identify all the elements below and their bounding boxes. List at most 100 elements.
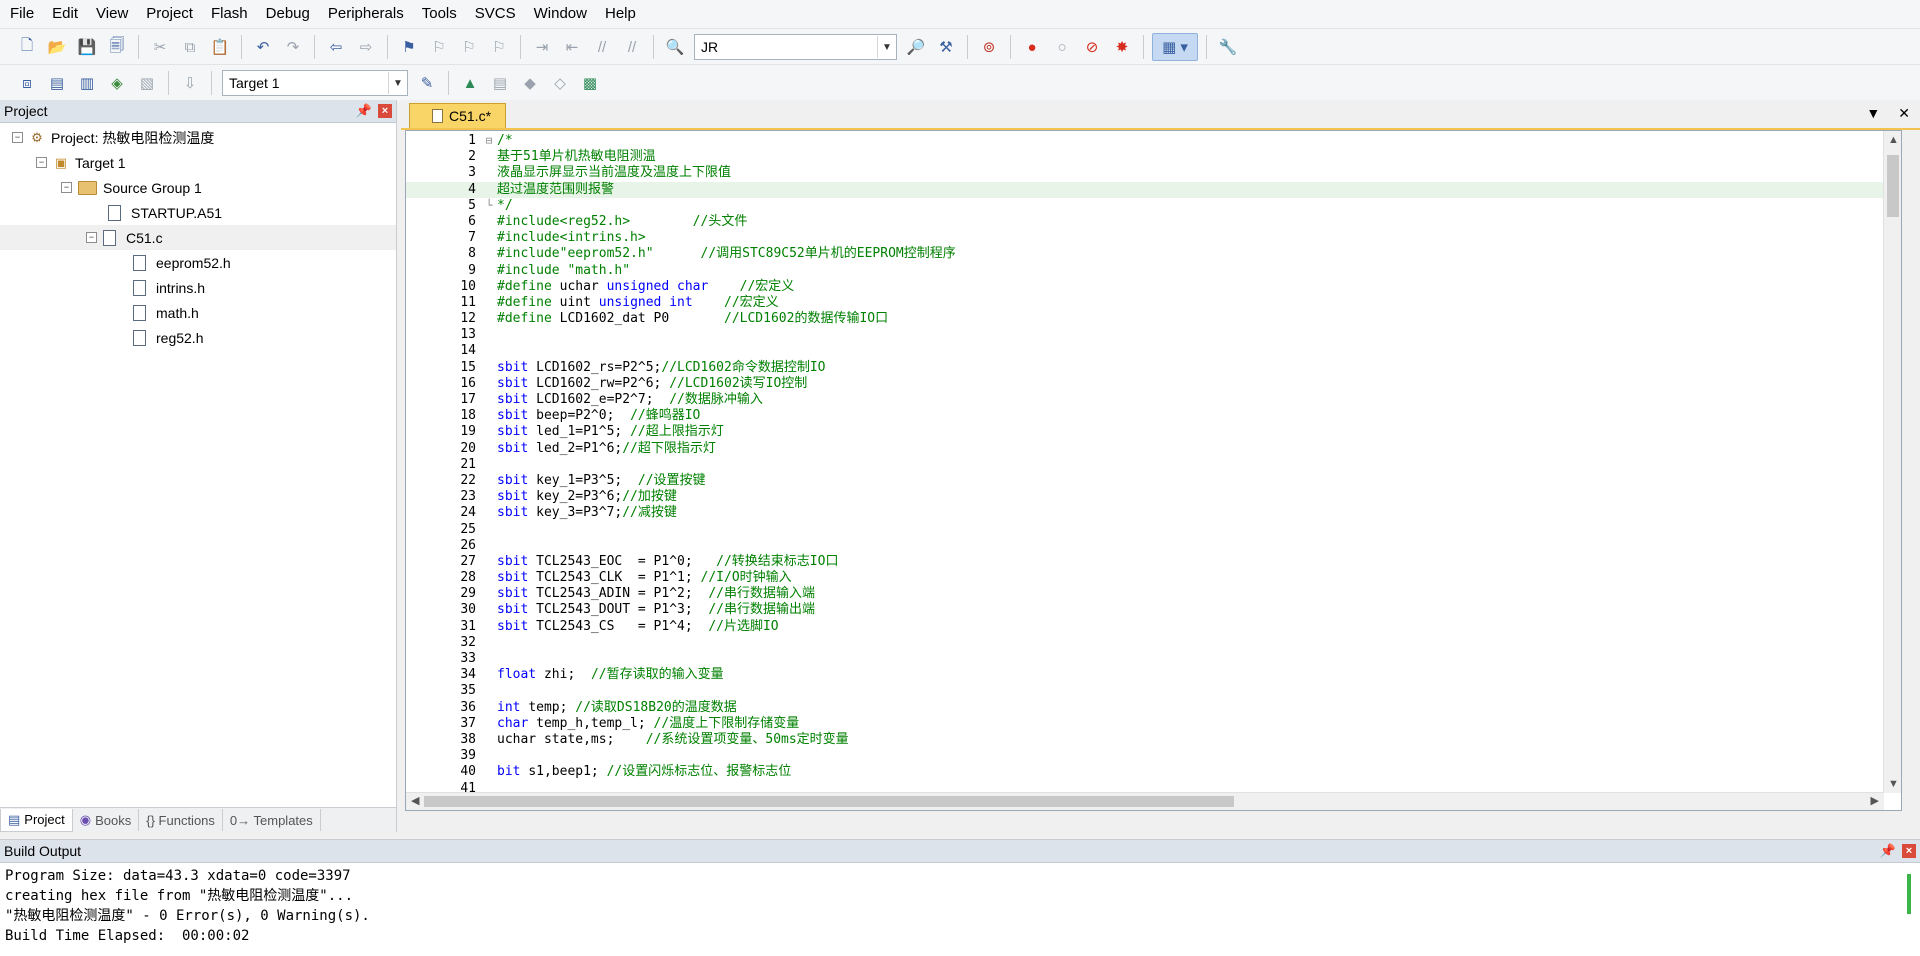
scroll-right-icon[interactable]: ▶ [1871, 794, 1879, 807]
code-line[interactable]: 7 #include<intrins.h> [406, 230, 1894, 246]
tree-item-startup[interactable]: STARTUP.A51 [0, 200, 396, 225]
chevron-down-icon[interactable]: ▼ [388, 72, 407, 94]
fold-marker[interactable]: ⊟ [483, 133, 495, 149]
batch-build-icon[interactable]: ◈ [104, 70, 130, 96]
build-scrollbar[interactable] [1902, 870, 1916, 950]
insert-breakpoint-icon[interactable]: ● [1019, 34, 1045, 60]
tree-item-target[interactable]: − ▣ Target 1 [0, 150, 396, 175]
download-icon[interactable]: ⇩ [177, 70, 203, 96]
undo-icon[interactable]: ↶ [250, 34, 276, 60]
code-line[interactable]: 9 #include "math.h" [406, 263, 1894, 279]
pin-icon[interactable]: 📌 [1880, 843, 1896, 859]
tree-item-header[interactable]: intrins.h [0, 275, 396, 300]
next-bookmark-icon[interactable]: ⚐ [456, 34, 482, 60]
translate-icon[interactable]: ⧈ [14, 70, 40, 96]
collapse-icon[interactable]: − [36, 157, 47, 168]
code-line[interactable]: 2 基于51单片机热敏电阻测温 [406, 149, 1894, 165]
code-line[interactable]: 1 ⊟/* [406, 133, 1894, 149]
tab-templates[interactable]: 0→ Templates [223, 809, 321, 831]
code-line[interactable]: 19 sbit led_1=P1^5; //超上限指示灯 [406, 424, 1894, 440]
tab-list-icon[interactable]: ▼ [1866, 105, 1880, 122]
code-line[interactable]: 33 [406, 651, 1894, 667]
navigate-forward-icon[interactable]: ⇨ [353, 34, 379, 60]
bookmark-icon[interactable]: ⚑ [396, 34, 422, 60]
tab-functions[interactable]: {} Functions [139, 809, 223, 831]
menu-svcs[interactable]: SVCS [466, 0, 525, 28]
find-in-files-icon[interactable]: 🔍 [662, 34, 688, 60]
menu-help[interactable]: Help [596, 0, 645, 28]
menu-project[interactable]: Project [137, 0, 202, 28]
code-line[interactable]: 6 #include<reg52.h> //头文件 [406, 214, 1894, 230]
menu-file[interactable]: File [0, 0, 43, 28]
copy-icon[interactable]: ⧉ [177, 34, 203, 60]
tree-item-source-group[interactable]: − Source Group 1 [0, 175, 396, 200]
incremental-find-icon[interactable]: ⚒ [933, 34, 959, 60]
paste-icon[interactable]: 📋 [207, 34, 233, 60]
build-icon[interactable]: ▤ [44, 70, 70, 96]
save-all-icon[interactable]: 🗐 [104, 34, 130, 60]
find-combo[interactable]: JR ▼ [694, 34, 897, 60]
target-options-icon[interactable]: ✎ [414, 70, 440, 96]
collapse-icon[interactable]: − [86, 232, 97, 243]
disable-breakpoint-icon[interactable]: ○ [1049, 34, 1075, 60]
code-line[interactable]: 8 #include"eeprom52.h" //调用STC89C52单片机的EE… [406, 246, 1894, 262]
stop-build-icon[interactable]: ▧ [134, 70, 160, 96]
horizontal-scrollbar[interactable]: ◀ ▶ [406, 792, 1884, 810]
cut-icon[interactable]: ✂ [147, 34, 173, 60]
fold-marker[interactable]: └ [483, 198, 495, 214]
code-line[interactable]: 37 char temp_h,temp_l; //温度上下限制存储变量 [406, 716, 1894, 732]
code-line[interactable]: 30 sbit TCL2543_DOUT = P1^3; //串行数据输出端 [406, 602, 1894, 618]
tab-books[interactable]: ◉ Books [73, 809, 140, 831]
tree-item-project[interactable]: − ⚙ Project: 热敏电阻检测温度 [0, 125, 396, 150]
code-line[interactable]: 13 [406, 327, 1894, 343]
scroll-thumb[interactable] [424, 796, 1234, 807]
code-line[interactable]: 27 sbit TCL2543_EOC = P1^0; //转换结束标志IO口 [406, 554, 1894, 570]
uncomment-icon[interactable]: // [619, 34, 645, 60]
select-packs-icon[interactable]: ▤ [487, 70, 513, 96]
code-line[interactable]: 36 int temp; //读取DS18B20的温度数据 [406, 700, 1894, 716]
open-folder-icon[interactable]: 📂 [44, 34, 70, 60]
menu-edit[interactable]: Edit [43, 0, 87, 28]
code-line[interactable]: 29 sbit TCL2543_ADIN = P1^2; //串行数据输入端 [406, 586, 1894, 602]
code-line[interactable]: 31 sbit TCL2543_CS = P1^4; //片选脚IO [406, 619, 1894, 635]
close-icon[interactable]: × [1902, 844, 1916, 858]
pin-icon[interactable]: 📌 [356, 103, 372, 119]
code-line[interactable]: 25 [406, 522, 1894, 538]
code-line[interactable]: 5 └ */ [406, 198, 1894, 214]
code-line[interactable]: 14 [406, 343, 1894, 359]
target-select[interactable]: Target 1 ▼ [222, 70, 408, 96]
code-line[interactable]: 40 bit s1,beep1; //设置闪烁标志位、报警标志位 [406, 764, 1894, 780]
menu-peripherals[interactable]: Peripherals [319, 0, 413, 28]
event-recorder-icon[interactable]: ◇ [547, 70, 573, 96]
tree-item-c51[interactable]: − C51.c [0, 225, 396, 250]
pack-installer-icon[interactable]: ▩ [577, 70, 603, 96]
window-layout-icon[interactable]: ▦ ▾ [1152, 33, 1198, 61]
scroll-down-icon[interactable]: ▼ [1888, 778, 1899, 790]
menu-window[interactable]: Window [525, 0, 596, 28]
code-line[interactable]: 18 sbit beep=P2^0; //蜂鸣器IO [406, 408, 1894, 424]
collapse-icon[interactable]: − [61, 182, 72, 193]
code-line[interactable]: 11 #define uint unsigned int //宏定义 [406, 295, 1894, 311]
scroll-thumb[interactable] [1907, 874, 1911, 914]
code-line[interactable]: 4 超过温度范围则报警 [406, 181, 1894, 198]
code-line[interactable]: 39 [406, 748, 1894, 764]
tree-item-header[interactable]: math.h [0, 300, 396, 325]
menu-debug[interactable]: Debug [257, 0, 319, 28]
vertical-scrollbar[interactable]: ▲ ▼ [1883, 131, 1901, 793]
code-line[interactable]: 38 uchar state,ms; //系统设置项变量、50ms定时变量 [406, 732, 1894, 748]
clear-bookmarks-icon[interactable]: ⚐ [486, 34, 512, 60]
code-line[interactable]: 34 float zhi; //暂存读取的输入变量 [406, 667, 1894, 683]
manage-rte-icon[interactable]: ◆ [517, 70, 543, 96]
save-icon[interactable]: 💾 [74, 34, 100, 60]
code-line[interactable]: 26 [406, 538, 1894, 554]
redo-icon[interactable]: ↷ [280, 34, 306, 60]
collapse-icon[interactable]: − [12, 132, 23, 143]
comment-icon[interactable]: // [589, 34, 615, 60]
indent-icon[interactable]: ⇥ [529, 34, 555, 60]
find-icon[interactable]: 🔎 [903, 34, 929, 60]
navigate-back-icon[interactable]: ⇦ [323, 34, 349, 60]
code-line[interactable]: 3 液晶显示屏显示当前温度及温度上下限值 [406, 165, 1894, 181]
code-line[interactable]: 20 sbit led_2=P1^6;//超下限指示灯 [406, 441, 1894, 457]
unindent-icon[interactable]: ⇤ [559, 34, 585, 60]
code-line[interactable]: 16 sbit LCD1602_rw=P2^6; //LCD1602读写IO控制 [406, 376, 1894, 392]
